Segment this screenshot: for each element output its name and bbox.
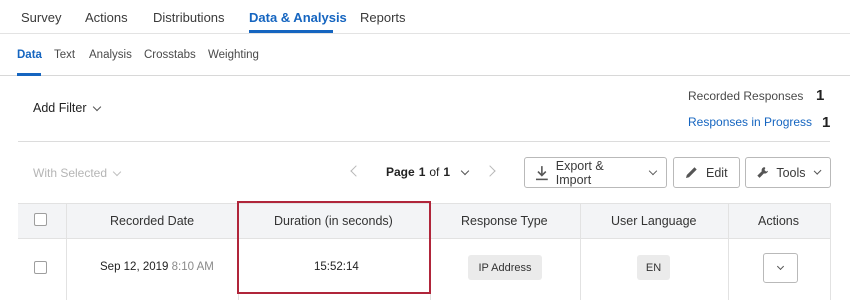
recorded-time: 8:10 AM	[171, 261, 214, 273]
subtab-text[interactable]: Text	[54, 49, 75, 61]
column-separator	[66, 203, 67, 300]
top-navigation: Survey Actions Distributions Data & Anal…	[0, 0, 850, 34]
chevron-down-icon	[112, 167, 122, 176]
add-filter-button[interactable]: Add Filter	[33, 101, 101, 115]
column-separator	[728, 203, 729, 300]
tab-reports[interactable]: Reports	[360, 10, 406, 25]
recorded-date-cell: Sep 12, 2019 8:10 AM	[100, 261, 214, 273]
chevron-left-icon[interactable]	[350, 165, 362, 177]
edit-button[interactable]: Edit	[673, 157, 740, 188]
chevron-down-icon	[92, 102, 101, 111]
subtab-crosstabs[interactable]: Crosstabs	[144, 49, 196, 61]
tab-data-analysis[interactable]: Data & Analysis	[249, 10, 347, 25]
responses-in-progress-count: 1	[822, 114, 831, 131]
pencil-icon	[686, 167, 697, 178]
tools-button[interactable]: Tools	[745, 157, 831, 188]
total-pages: 1	[443, 165, 451, 179]
chevron-right-icon[interactable]	[484, 165, 496, 177]
download-icon	[535, 165, 548, 180]
responses-in-progress-link[interactable]: Responses in Progress	[688, 115, 812, 129]
row-actions-button[interactable]	[763, 253, 798, 283]
duration-highlight-box	[237, 201, 431, 294]
page-word: Page	[386, 165, 415, 179]
language-badge: EN	[637, 255, 670, 280]
tools-label: Tools	[776, 165, 806, 180]
tab-actions[interactable]: Actions	[85, 10, 128, 25]
active-subtab-indicator	[17, 73, 41, 76]
tab-survey[interactable]: Survey	[21, 10, 61, 25]
header-recorded-date[interactable]: Recorded Date	[110, 214, 194, 228]
subtab-analysis[interactable]: Analysis	[89, 49, 132, 61]
row-checkbox[interactable]	[34, 261, 47, 274]
column-separator	[580, 203, 581, 300]
active-tab-indicator	[249, 30, 333, 33]
with-selected-label: With Selected	[33, 166, 108, 180]
with-selected-dropdown[interactable]: With Selected	[33, 166, 122, 180]
subtab-weighting[interactable]: Weighting	[208, 49, 259, 61]
chevron-down-icon	[648, 166, 658, 176]
export-import-label: Export & Import	[555, 158, 604, 187]
export-import-button[interactable]: Export & Import	[524, 157, 667, 188]
tab-distributions[interactable]: Distributions	[153, 10, 225, 25]
wrench-icon	[757, 167, 769, 178]
edit-label: Edit	[706, 165, 728, 180]
chevron-down-icon	[460, 166, 470, 175]
chevron-down-icon	[776, 262, 785, 271]
chevron-down-icon	[813, 166, 822, 176]
of-word: of	[429, 165, 440, 179]
recorded-responses-label: Recorded Responses	[688, 89, 804, 103]
response-type-badge: IP Address	[468, 255, 542, 280]
header-user-language[interactable]: User Language	[611, 214, 696, 228]
recorded-responses-count: 1	[816, 87, 825, 104]
page-selector[interactable]: Page 1 of 1	[386, 165, 470, 179]
divider	[18, 141, 830, 142]
column-separator	[830, 203, 831, 300]
header-response-type[interactable]: Response Type	[461, 214, 548, 228]
add-filter-label: Add Filter	[33, 101, 87, 115]
recorded-date: Sep 12, 2019	[100, 261, 169, 273]
current-page: 1	[418, 165, 426, 179]
sub-navigation: Data Text Analysis Crosstabs Weighting	[0, 34, 850, 76]
subtab-data[interactable]: Data	[17, 49, 42, 61]
select-all-checkbox[interactable]	[34, 213, 47, 226]
header-actions: Actions	[758, 214, 799, 228]
